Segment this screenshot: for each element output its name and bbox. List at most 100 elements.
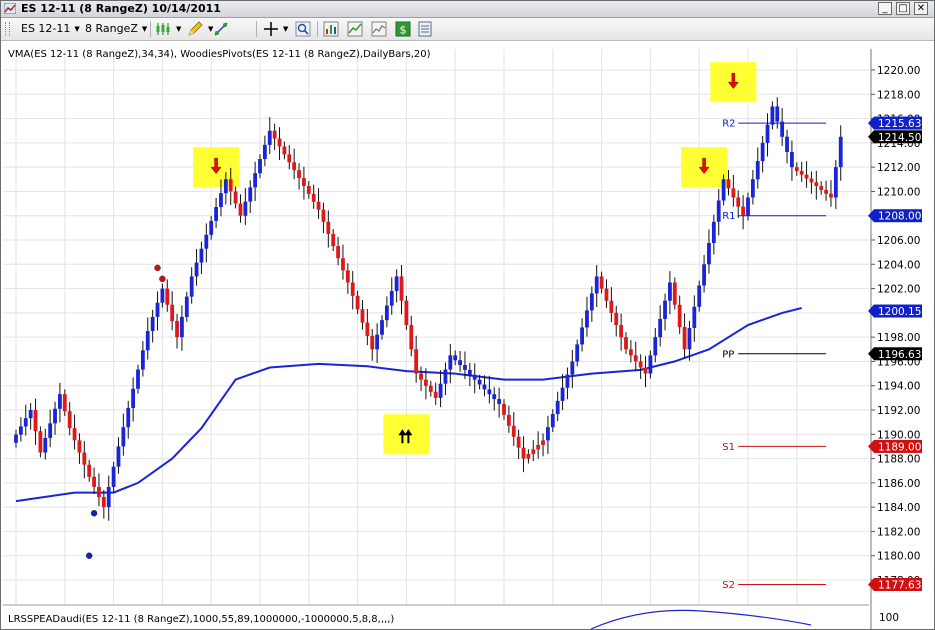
candle-body	[136, 369, 140, 389]
price-badge-label: 1214.50	[878, 132, 921, 144]
maximize-button[interactable]: □	[896, 2, 910, 15]
candle-body	[87, 464, 92, 477]
candle-body	[765, 124, 770, 143]
interval-selector[interactable]: 8 RangeZ ▼	[85, 22, 147, 35]
candle-body	[155, 302, 160, 317]
chart-toolbar: ES 12-11 ▼ 8 RangeZ ▼ ▼ ▼ ▼ $	[1, 18, 934, 41]
axis-tick-label: 1210.00	[877, 186, 920, 198]
candle-body	[150, 316, 155, 332]
bar-style-icon[interactable]	[155, 21, 171, 37]
candle-body	[760, 142, 765, 162]
woodies-pivots: R2 R1 PP S1 S2	[722, 119, 827, 591]
candle-body	[331, 233, 336, 247]
title-bar[interactable]: ES 12-11 (8 RangeZ) 10/14/2011 _ □ ✕	[1, 1, 934, 18]
price-chart[interactable]: R2R1PPS1S2 1220.001218.001216.001214.001…	[1, 41, 934, 629]
order-entry-icon[interactable]: $	[395, 21, 411, 37]
axis-tick-label: 1198.00	[877, 332, 920, 344]
svg-text:$: $	[400, 24, 407, 37]
candle-body	[687, 328, 692, 350]
candle-body	[160, 288, 165, 303]
axis-tick-label: 1202.00	[877, 284, 920, 296]
candle-body	[116, 446, 121, 467]
candle-body	[702, 264, 706, 286]
candle-body	[106, 486, 111, 508]
bar-style-dropdown[interactable]: ▼	[172, 22, 181, 35]
toolbar-grip[interactable]	[5, 22, 10, 36]
candle-body	[555, 400, 560, 415]
close-button[interactable]: ✕	[914, 2, 928, 15]
candle-body	[233, 191, 238, 204]
candle-body	[409, 325, 414, 350]
chart-properties-icon[interactable]	[371, 21, 387, 37]
candle-body	[433, 391, 438, 398]
candle-body	[775, 106, 780, 122]
candle-body	[628, 349, 633, 356]
crosshair-icon[interactable]	[263, 21, 279, 37]
candle-body	[248, 187, 253, 202]
toolbar-separator	[317, 21, 318, 37]
candle-body	[565, 374, 570, 388]
axis-tick-label: 1194.00	[877, 381, 920, 393]
axis-tick-label: 1182.00	[877, 526, 920, 538]
candle-body	[140, 350, 145, 370]
candle-body	[546, 427, 550, 441]
price-badge-label: 1208.00	[878, 211, 921, 223]
strategies-icon[interactable]	[347, 21, 363, 37]
candle-body	[297, 170, 301, 179]
price-axis: 1220.001218.001216.001214.001212.001210.…	[868, 65, 922, 591]
candle-body	[33, 410, 38, 432]
candle-body	[487, 389, 492, 395]
candle-body	[267, 130, 272, 145]
drawing-dropdown[interactable]: ▼	[204, 22, 213, 35]
zoom-icon[interactable]	[295, 21, 311, 37]
candle-body	[316, 201, 321, 210]
candle-body	[424, 379, 428, 386]
candle-body	[336, 246, 340, 259]
candle-body	[614, 312, 619, 325]
candle-body	[311, 193, 316, 202]
candle-body	[92, 476, 96, 487]
axis-tick-label: 1212.00	[877, 162, 920, 174]
candle-body	[194, 262, 199, 277]
candle-body	[48, 423, 53, 438]
candle-body	[438, 383, 443, 398]
candle-body	[306, 185, 311, 194]
chevron-down-icon: ▼	[141, 25, 148, 33]
data-box-icon[interactable]	[417, 21, 433, 37]
axis-tick-label: 1204.00	[877, 259, 920, 271]
axis-tick-label: 1188.00	[877, 454, 920, 466]
crosshair-dropdown[interactable]: ▼	[279, 22, 288, 35]
minimize-button[interactable]: _	[878, 2, 892, 15]
candle-body	[43, 437, 48, 453]
chart-grid	[3, 49, 872, 629]
candle-body	[370, 335, 375, 350]
candle-body	[341, 258, 345, 271]
axis-tick-label: 1186.00	[877, 478, 920, 490]
candle-body	[780, 121, 785, 137]
candle-body	[790, 151, 794, 168]
candle-body	[14, 434, 18, 443]
candle-body	[511, 425, 516, 437]
candle-body	[541, 440, 545, 445]
candle-body	[716, 200, 721, 222]
toolbar-separator	[256, 21, 257, 37]
indicators-icon[interactable]	[323, 21, 339, 37]
candle-body	[799, 170, 804, 175]
drawing-pencil-icon[interactable]	[187, 21, 203, 37]
candle-body	[101, 497, 106, 508]
candle-body	[658, 318, 663, 338]
candle-body	[253, 173, 258, 188]
candle-body	[692, 306, 697, 329]
instrument-selector[interactable]: ES 12-11 ▼	[21, 22, 80, 35]
candle-body	[648, 355, 653, 374]
draw-tools-icon[interactable]	[213, 21, 229, 37]
candle-body	[258, 159, 262, 174]
candle-body	[731, 188, 736, 198]
chevron-down-icon: ▼	[176, 25, 182, 33]
signal-dot	[154, 264, 161, 272]
candle-body	[282, 146, 287, 155]
candle-body	[262, 144, 267, 160]
candle-body	[399, 276, 404, 301]
candle-body	[814, 182, 819, 187]
candle-body	[711, 221, 716, 244]
